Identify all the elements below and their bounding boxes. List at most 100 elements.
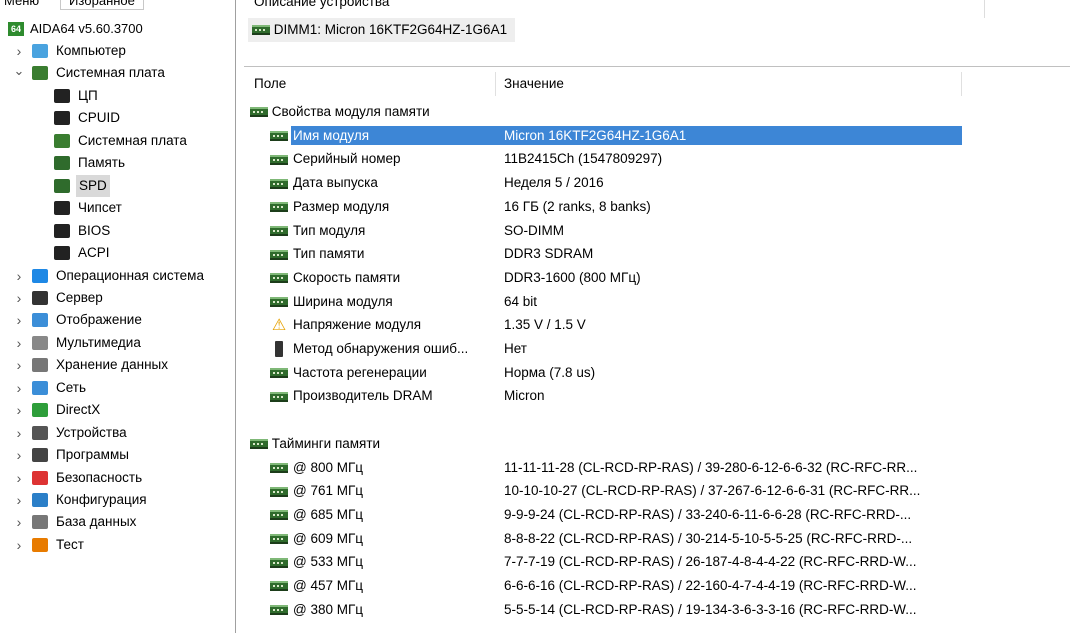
memory-module-icon	[270, 581, 288, 592]
tree-item-n2[interactable]: ЦП	[0, 85, 236, 107]
field-label: @ 457 МГц	[293, 578, 364, 593]
table-row[interactable]: @ 533 МГц 7-7-7-19 (CL-RCD-RP-RAS) / 26-1…	[270, 550, 962, 573]
left-tabs: Меню Избранное	[0, 0, 236, 10]
chevron-right-icon[interactable]: ›	[13, 354, 25, 376]
chevron-right-icon[interactable]: ›	[13, 40, 25, 62]
device-name-item[interactable]: DIMM1: Micron 16KTF2G64HZ-1G6A1	[248, 18, 516, 42]
tree-item-label: SPD	[76, 174, 110, 197]
memory-module-icon	[270, 131, 288, 142]
field-value: SO-DIMM	[504, 222, 564, 238]
speaker-icon	[32, 335, 48, 350]
table-row[interactable]: @ 800 МГц 11-11-11-28 (CL-RCD-RP-RAS) / 3…	[270, 456, 962, 479]
tree-item-n20[interactable]: › Конфигурация	[0, 489, 236, 511]
chevron-right-icon[interactable]: ›	[13, 511, 25, 533]
table-row[interactable]: Дата выпуска Неделя 5 / 2016	[270, 171, 962, 194]
chevron-down-icon[interactable]: ⌄	[13, 62, 25, 84]
column-header-value[interactable]: Значение	[496, 72, 962, 96]
tree-item-n17[interactable]: › Устройства	[0, 422, 236, 444]
tree-root[interactable]: 64 AIDA64 v5.60.3700	[0, 18, 236, 40]
memory-icon	[54, 178, 70, 193]
chevron-right-icon[interactable]: ›	[13, 265, 25, 287]
divider	[984, 0, 985, 18]
memory-icon	[54, 156, 70, 171]
tree-item-n4[interactable]: Системная плата	[0, 130, 236, 152]
tree-item-n14[interactable]: › Хранение данных	[0, 354, 236, 376]
tab-menu[interactable]: Меню	[0, 0, 47, 10]
table-row[interactable]: Метод обнаружения ошиб... Нет	[270, 337, 962, 360]
field-value: 9-9-9-24 (CL-RCD-RP-RAS) / 33-240-6-11-6…	[504, 506, 912, 522]
table-row[interactable]: Ширина модуля 64 bit	[270, 290, 962, 313]
tree-item-n18[interactable]: › Программы	[0, 444, 236, 466]
table-row[interactable]: @ 609 МГц 8-8-8-22 (CL-RCD-RP-RAS) / 30-2…	[270, 527, 962, 550]
chevron-right-icon[interactable]: ›	[13, 399, 25, 421]
field-value: DDR3-1600 (800 МГц)	[504, 269, 641, 285]
chevron-right-icon[interactable]: ›	[13, 467, 25, 489]
display-icon	[32, 313, 48, 328]
field-label: Серийный номер	[293, 151, 401, 167]
tree-item-n0[interactable]: › Компьютер	[0, 40, 236, 62]
table-row[interactable]: @ 457 МГц 6-6-6-16 (CL-RCD-RP-RAS) / 22-1…	[270, 574, 962, 597]
column-header-field[interactable]: Поле	[244, 72, 496, 96]
tree-item-spd[interactable]: SPD	[0, 174, 236, 197]
chevron-right-icon[interactable]: ›	[13, 534, 25, 556]
chevron-right-icon[interactable]: ›	[13, 309, 25, 331]
tree-item-n15[interactable]: › Сеть	[0, 377, 236, 399]
table-row[interactable]: Серийный номер 11B2415Ch (1547809297)	[270, 147, 962, 170]
tree-item-n11[interactable]: › Сервер	[0, 287, 236, 309]
table-row[interactable]: ⚠ Напряжение модуля 1.35 V / 1.5 V	[270, 313, 962, 336]
chevron-right-icon[interactable]: ›	[13, 422, 25, 444]
tree-item-label: Устройства	[56, 424, 127, 440]
motherboard-icon	[32, 66, 48, 81]
tree-item-n12[interactable]: › Отображение	[0, 309, 236, 331]
tree-item-n10[interactable]: › Операционная система	[0, 265, 236, 287]
tree-item-n13[interactable]: › Мультимедиа	[0, 332, 236, 354]
tree-item-n19[interactable]: › Безопасность	[0, 467, 236, 489]
tree-item-label: База данных	[56, 514, 137, 530]
field-label: @ 761 МГц	[293, 483, 364, 499]
computer-icon	[32, 44, 48, 58]
table-row[interactable]: Тип памяти DDR3 SDRAM	[270, 242, 962, 265]
config-icon	[32, 493, 48, 507]
table-row[interactable]: Производитель DRAM Micron	[270, 384, 962, 407]
group-title: Свойства модуля памяти	[271, 104, 430, 119]
tree-item-label: CPUID	[78, 110, 121, 126]
tree-item-n9[interactable]: ACPI	[0, 242, 236, 264]
tree-item-n3[interactable]: CPUID	[0, 107, 236, 129]
divider	[244, 66, 1070, 67]
tree-item-label: BIOS	[78, 222, 111, 238]
table-row[interactable]: @ 685 МГц 9-9-9-24 (CL-RCD-RP-RAS) / 33-2…	[270, 503, 962, 526]
tree-item-n22[interactable]: › Тест	[0, 534, 236, 556]
table-row[interactable]: Частота регенерации Норма (7.8 us)	[270, 361, 962, 384]
field-label: Дата выпуска	[293, 175, 378, 191]
field-label: @ 800 МГц	[293, 459, 364, 475]
group-header[interactable]: Тайминги памяти	[250, 432, 380, 455]
chevron-right-icon[interactable]: ›	[13, 332, 25, 354]
security-icon	[32, 470, 48, 485]
device-icon	[270, 341, 288, 358]
chevron-right-icon[interactable]: ›	[13, 377, 25, 399]
table-row[interactable]: Тип модуля SO-DIMM	[270, 219, 962, 242]
table-row[interactable]: Размер модуля 16 ГБ (2 ranks, 8 banks)	[270, 195, 962, 218]
tree-item-n8[interactable]: BIOS	[0, 220, 236, 242]
chevron-right-icon[interactable]: ›	[13, 489, 25, 511]
tab-favorites[interactable]: Избранное	[60, 0, 144, 10]
chevron-right-icon[interactable]: ›	[13, 287, 25, 309]
table-row[interactable]: @ 761 МГц 10-10-10-27 (CL-RCD-RP-RAS) / 3…	[270, 479, 962, 502]
tree-item-n1[interactable]: ⌄ Системная плата	[0, 62, 236, 84]
memory-module-icon	[270, 462, 288, 473]
tree-item-n21[interactable]: › База данных	[0, 511, 236, 533]
table-row[interactable]: Имя модуля Micron 16KTF2G64HZ-1G6A1	[270, 124, 962, 147]
table-row[interactable]: Скорость памяти DDR3-1600 (800 МГц)	[270, 266, 962, 289]
acpi-icon	[54, 246, 70, 261]
group-title: Тайминги памяти	[271, 435, 381, 451]
tree-item-n7[interactable]: Чипсет	[0, 197, 236, 219]
memory-module-icon	[270, 605, 288, 616]
group-header[interactable]: Свойства модуля памяти	[250, 100, 430, 123]
field-value: 10-10-10-27 (CL-RCD-RP-RAS) / 37-267-6-1…	[504, 483, 921, 499]
tree-item-n16[interactable]: › DirectX	[0, 399, 236, 421]
table-row[interactable]: @ 380 МГц 5-5-5-14 (CL-RCD-RP-RAS) / 19-1…	[270, 598, 962, 621]
field-value: Неделя 5 / 2016	[504, 175, 604, 191]
field-label: @ 533 МГц	[293, 554, 364, 570]
tree-item-n5[interactable]: Память	[0, 152, 236, 174]
chevron-right-icon[interactable]: ›	[13, 444, 25, 466]
